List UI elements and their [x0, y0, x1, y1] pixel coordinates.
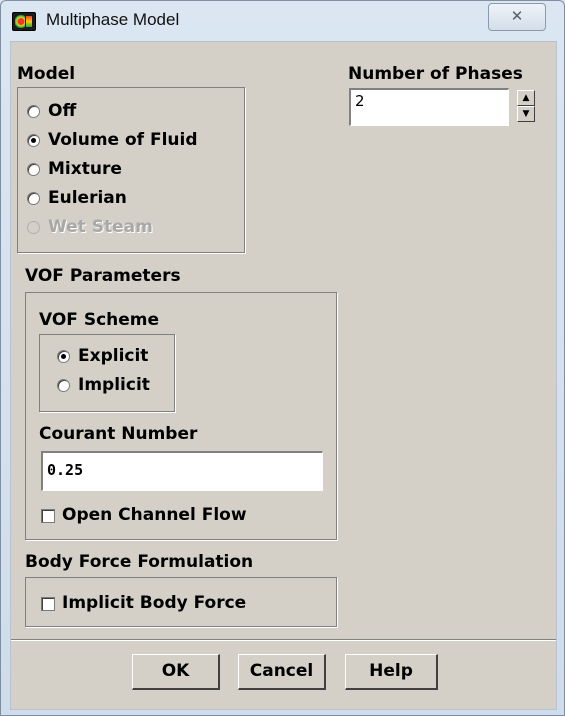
phases-input[interactable]: 2 [349, 88, 509, 126]
radio-indicator [27, 221, 40, 234]
app-icon [12, 12, 36, 31]
ok-button[interactable]: OK [132, 654, 220, 690]
courant-number-label: Courant Number [39, 424, 198, 444]
radio-label: Explicit [78, 346, 149, 366]
body-force-label: Body Force Formulation [25, 552, 254, 572]
checkbox-box [41, 509, 55, 523]
dialog-window: Multiphase Model ✕ Model Off Volume of F… [0, 0, 565, 716]
radio-label: Implicit [78, 375, 150, 395]
radio-label: Mixture [48, 159, 122, 179]
radio-label: Volume of Fluid [48, 130, 198, 150]
body-force-box: Implicit Body Force [25, 577, 337, 627]
courant-number-input[interactable]: 0.25 [41, 451, 323, 491]
radio-indicator [27, 105, 40, 118]
radio-label: Eulerian [48, 188, 127, 208]
button-separator [11, 639, 556, 641]
vof-parameters-label: VOF Parameters [25, 266, 181, 286]
cancel-button[interactable]: Cancel [238, 654, 326, 690]
checkbox-label: Open Channel Flow [62, 505, 247, 525]
spin-down-icon[interactable]: ▼ [517, 106, 535, 122]
radio-indicator [27, 163, 40, 176]
phases-label: Number of Phases [348, 64, 523, 84]
radio-indicator [27, 134, 40, 147]
vof-parameters-box: VOF Scheme Explicit Implicit Courant Num… [25, 292, 337, 540]
window-title: Multiphase Model [46, 10, 180, 29]
radio-label: Wet Steam [48, 217, 153, 237]
vof-scheme-box: Explicit Implicit [39, 334, 175, 412]
radio-indicator [57, 379, 70, 392]
phases-spinner[interactable]: ▲ ▼ [517, 90, 535, 122]
spin-up-icon[interactable]: ▲ [517, 90, 535, 106]
checkbox-label: Implicit Body Force [62, 593, 247, 613]
checkbox-box [41, 597, 55, 611]
radio-label: Off [48, 101, 77, 121]
model-group-box: Off Volume of Fluid Mixture Eulerian Wet… [17, 87, 245, 253]
vof-scheme-label: VOF Scheme [39, 310, 160, 330]
help-button[interactable]: Help [345, 654, 438, 690]
model-group-label: Model [17, 64, 76, 84]
radio-indicator [57, 350, 70, 363]
dialog-body: Model Off Volume of Fluid Mixture Euleri… [10, 41, 557, 710]
close-button[interactable]: ✕ [488, 3, 546, 31]
radio-indicator [27, 192, 40, 205]
title-bar[interactable]: Multiphase Model ✕ [1, 1, 564, 41]
